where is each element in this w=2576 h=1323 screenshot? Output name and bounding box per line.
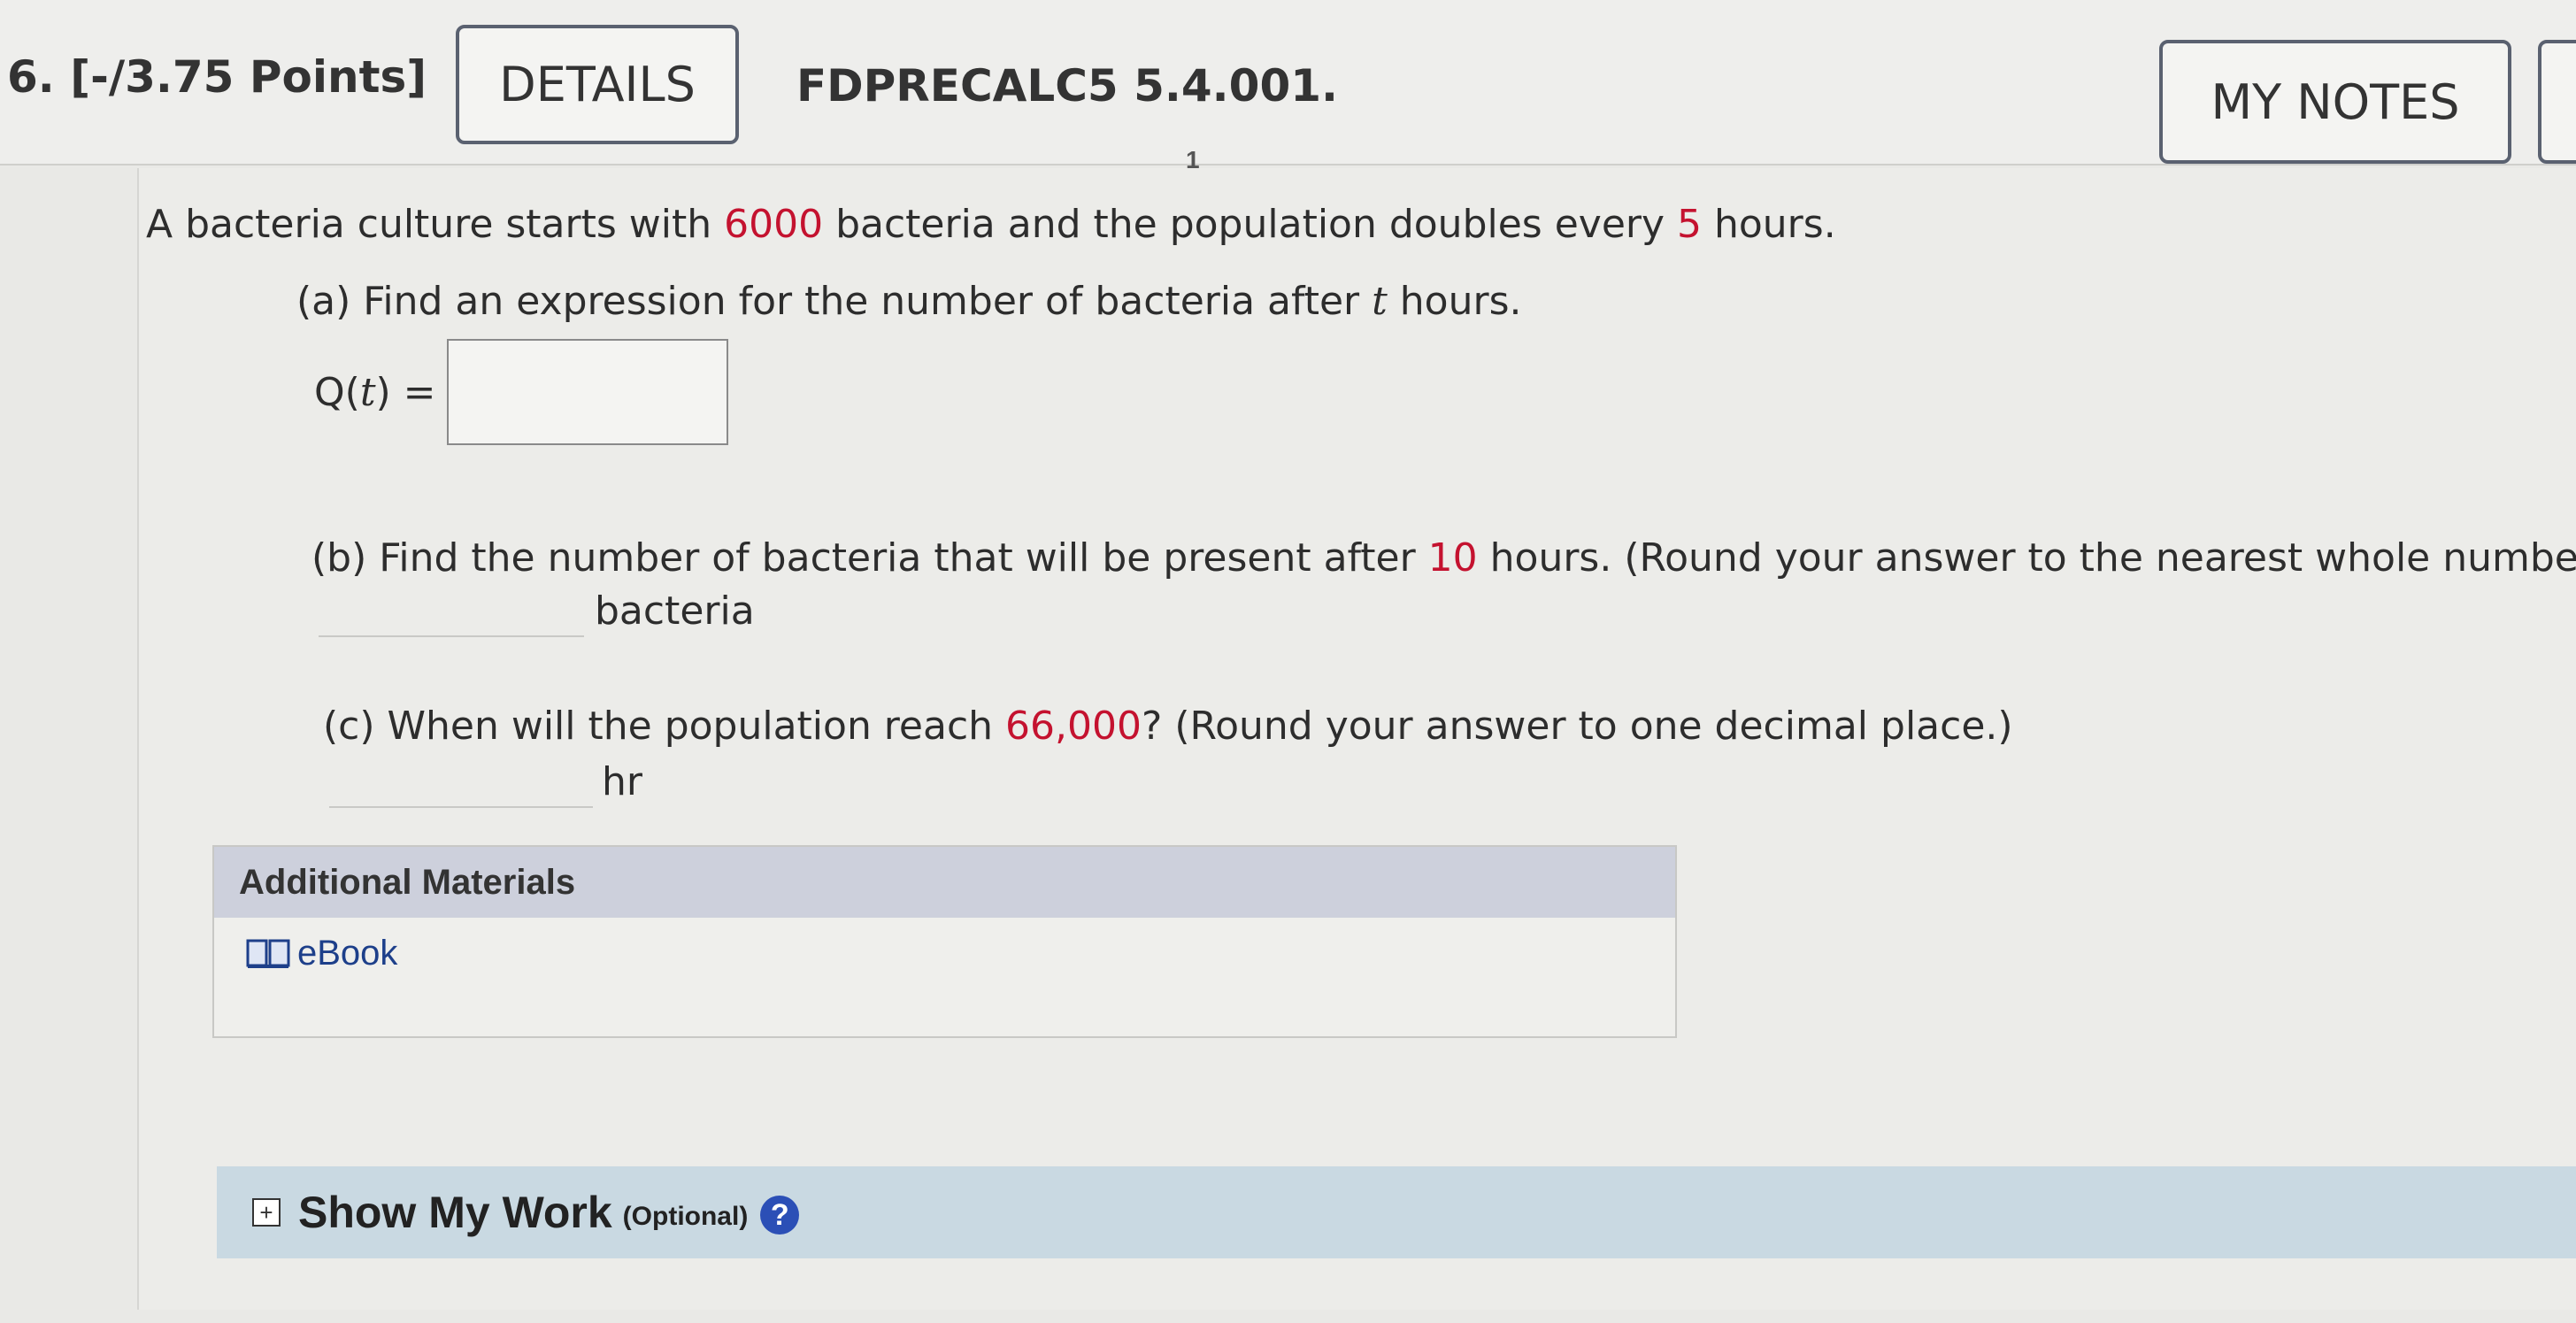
part-b-text: (b) Find the number of bacteria that wil…: [311, 535, 1428, 581]
part-c-prompt: (c) When will the population reach 66,00…: [323, 704, 2013, 749]
show-my-work-label: Show My Work: [298, 1188, 612, 1237]
intro-text-2: bacteria and the population doubles ever…: [823, 202, 1677, 247]
qt-label-post: ) =: [375, 370, 436, 415]
part-c-text: (c) When will the population reach: [323, 704, 1006, 749]
part-a-text-end: hours.: [1387, 279, 1522, 324]
qt-label: Q(t) =: [314, 370, 436, 415]
problem-id: FDPRECALC5 5.4.001.: [796, 60, 1339, 112]
show-my-work-optional: (Optional): [622, 1202, 749, 1231]
help-icon[interactable]: ?: [760, 1196, 800, 1235]
question-points: [-/3.75 Points]: [70, 51, 427, 103]
book-icon: [246, 938, 290, 970]
qt-variable: t: [359, 370, 376, 415]
part-b-unit: bacteria: [595, 588, 755, 634]
expand-plus-icon[interactable]: +: [252, 1198, 281, 1227]
intro-text-3: hours.: [1702, 202, 1836, 247]
part-a-answer-input[interactable]: [447, 339, 728, 445]
ebook-link[interactable]: eBook: [246, 934, 397, 973]
question-number: 6.: [7, 51, 55, 103]
doubling-period: 5: [1677, 202, 1702, 247]
part-c-target: 66,000: [1005, 704, 1142, 749]
show-my-work-bar[interactable]: + Show My Work (Optional) ?: [217, 1166, 2576, 1258]
additional-materials-heading: Additional Materials: [214, 847, 1675, 918]
details-button[interactable]: DETAILS: [456, 25, 739, 144]
part-b-prompt: (b) Find the number of bacteria that wil…: [311, 535, 2576, 581]
part-a-text: (a) Find an expression for the number of…: [296, 279, 1373, 324]
part-c-answer-input[interactable]: [329, 748, 593, 808]
question-header: 6. [-/3.75 Points] DETAILS FDPRECALC5 5.…: [0, 0, 2576, 173]
my-notes-button[interactable]: MY NOTES: [2159, 40, 2511, 164]
part-b-hours: 10: [1427, 535, 1478, 581]
part-b-text-end: hours. (Round your answer to the nearest…: [1477, 535, 2576, 581]
part-b-answer-input[interactable]: [319, 577, 584, 637]
part-a-prompt: (a) Find an expression for the number of…: [296, 279, 1522, 324]
part-a-variable: t: [1372, 279, 1388, 324]
part-c-text-end: ? (Round your answer to one decimal plac…: [1142, 704, 2013, 749]
extra-button[interactable]: [2538, 40, 2576, 164]
additional-materials-panel: Additional Materials eBook: [212, 845, 1677, 1038]
initial-population: 6000: [724, 202, 824, 247]
problem-intro: A bacteria culture starts with 6000 bact…: [146, 202, 1836, 247]
question-number-points: 6. [-/3.75 Points]: [7, 51, 427, 103]
part-c-unit: hr: [602, 759, 642, 804]
qt-label-pre: Q(: [314, 370, 360, 415]
intro-text-1: A bacteria culture starts with: [146, 202, 725, 247]
ebook-label: eBook: [297, 934, 398, 973]
